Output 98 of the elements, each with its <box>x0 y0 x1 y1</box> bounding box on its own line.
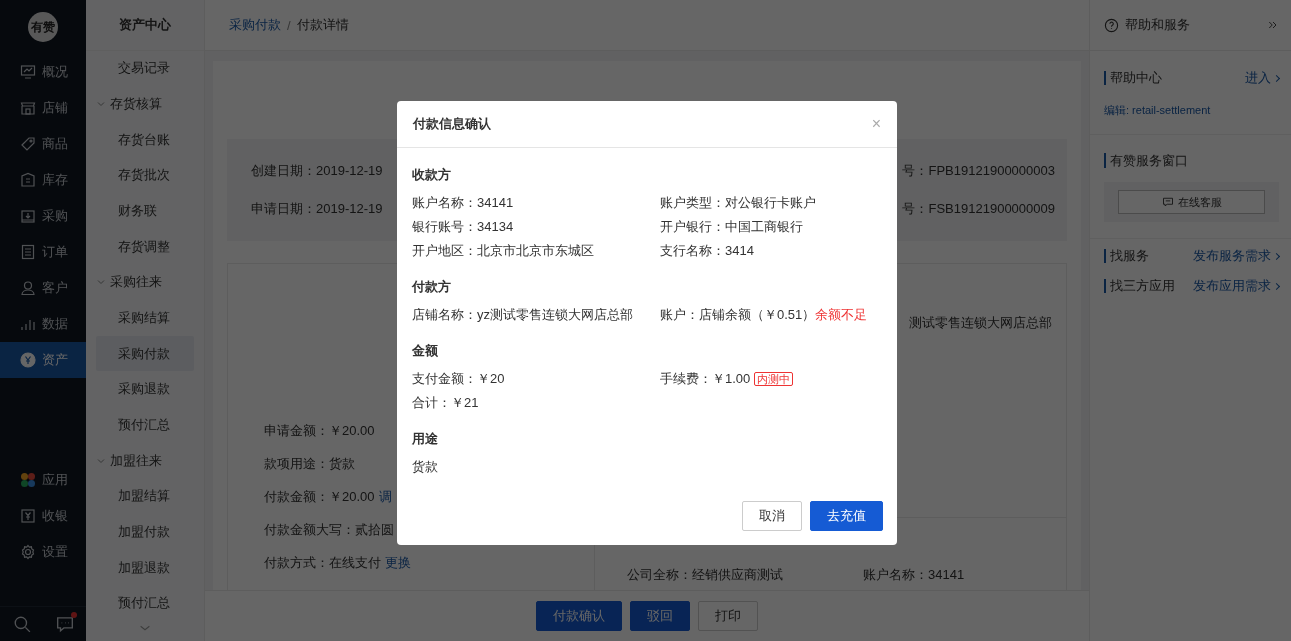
receipt-icon <box>20 508 36 524</box>
supplier-field: 公司全称：经销供应商测试 <box>627 566 783 590</box>
field-text: 货款 <box>412 459 438 474</box>
field-text: 账户名称：34141 <box>412 195 514 210</box>
nav-item[interactable]: 数据 <box>0 306 86 342</box>
detail-field: 付款金额：￥20.00 <box>264 489 375 504</box>
coin-icon <box>20 352 36 368</box>
help-icon <box>1104 17 1119 33</box>
nav-item[interactable]: 收银 <box>0 498 86 534</box>
subnav-item[interactable]: 加盟退款 <box>96 549 194 586</box>
breadcrumb-separator: / <box>287 17 291 33</box>
logo[interactable]: 有赞 <box>28 12 58 42</box>
subnav-item[interactable]: 预付汇总 <box>96 585 194 621</box>
detail-field: 申请金额：￥20.00 <box>264 423 375 438</box>
nav-item[interactable]: 应用 <box>0 462 86 498</box>
nav-item[interactable]: 概况 <box>0 54 86 90</box>
publish-link[interactable]: 发布服务需求 <box>1193 247 1279 265</box>
edit-link[interactable]: 编辑: retail-settlement <box>1104 103 1279 118</box>
primary-button[interactable]: 付款确认 <box>536 601 622 631</box>
detail-link[interactable]: 更换 <box>385 555 411 570</box>
nav-item[interactable]: 店铺 <box>0 90 86 126</box>
field-text: 开户地区：北京市北京市东城区 <box>412 243 594 258</box>
collapse-icon <box>1267 19 1279 31</box>
subnav-item[interactable]: 采购结算 <box>96 300 194 336</box>
subnav-item[interactable]: 采购退款 <box>96 371 194 408</box>
store-icon <box>20 100 36 116</box>
subnav-item[interactable]: 交易记录 <box>96 50 194 87</box>
field-text: 手续费：￥1.00 <box>660 371 751 386</box>
secondary-button[interactable]: 打印 <box>698 601 758 631</box>
subnav-item[interactable]: 加盟付款 <box>96 514 194 550</box>
nav-item[interactable]: 订单 <box>0 234 86 270</box>
secondary-button[interactable]: 取消 <box>742 501 802 531</box>
detail-link[interactable]: 调 <box>378 489 392 504</box>
nav-item[interactable]: 设置 <box>0 534 86 570</box>
store-name: 测试零售连锁大网店总部 <box>909 314 1052 332</box>
detail-field: 付款金额大写：贰拾圆 <box>264 522 394 537</box>
subnav-item[interactable]: 加盟结算 <box>96 478 194 515</box>
field-text: 合计：￥21 <box>412 395 479 410</box>
subnav-item[interactable]: 存货批次 <box>96 157 194 194</box>
enter-link[interactable]: 进入 <box>1245 69 1279 87</box>
list-icon <box>20 244 36 260</box>
tag-icon <box>20 136 36 152</box>
field-text: 银行账号：34134 <box>412 219 514 234</box>
section-title: 有赞服务窗口 <box>1104 153 1188 168</box>
section-title: 金额 <box>412 342 439 360</box>
subnav-group[interactable]: 存货核算 <box>86 86 204 122</box>
section-title: 找三方应用 <box>1104 279 1175 293</box>
chat-icon <box>1161 196 1174 208</box>
field-text: 开户银行：中国工商银行 <box>660 219 803 234</box>
online-service-button[interactable]: 在线客服 <box>1118 190 1265 214</box>
chat-icon <box>55 615 74 633</box>
nav-item[interactable]: 客户 <box>0 270 86 306</box>
section-title: 收款方 <box>412 166 452 184</box>
subnav-title: 资产中心 <box>86 0 204 51</box>
primary-button[interactable]: 去充值 <box>810 501 883 531</box>
subnav-item[interactable]: 采购付款 <box>96 335 194 372</box>
field-text: 账户：店铺余额（￥0.51） <box>660 307 816 322</box>
supplier-field: 账户名称：34141 <box>863 566 965 590</box>
subnav-group[interactable]: 加盟往来 <box>86 442 204 479</box>
search-icon <box>12 615 31 633</box>
warning-text: 余额不足 <box>815 307 868 322</box>
field-text: 店铺名称：yz测试零售连锁大网店总部 <box>412 307 633 322</box>
field-text: 支付金额：￥20 <box>412 371 505 386</box>
primary-button[interactable]: 驳回 <box>630 601 690 631</box>
publish-link[interactable]: 发布应用需求 <box>1193 277 1279 295</box>
close-button[interactable]: × <box>871 115 881 133</box>
detail-field: 款项用途：货款 <box>264 456 355 471</box>
info-text: 号：FSB19121900000009 <box>902 200 1055 218</box>
monitor-icon <box>20 64 36 80</box>
subnav-item[interactable]: 预付汇总 <box>96 407 194 443</box>
nav-item[interactable]: 采购 <box>0 198 86 234</box>
dialog-title: 付款信息确认 <box>413 115 491 133</box>
subnav-item[interactable]: 存货台账 <box>96 121 194 158</box>
status-tag: 内测中 <box>754 372 794 386</box>
nav-item[interactable]: 资产 <box>0 342 86 378</box>
field-text: 账户类型：对公银行卡账户 <box>660 195 816 210</box>
user-icon <box>20 280 36 296</box>
settings-icon <box>20 544 36 560</box>
section-title: 帮助中心 <box>1104 71 1162 85</box>
inbox-icon <box>20 208 36 224</box>
breadcrumb-link[interactable]: 采购付款 <box>229 16 281 34</box>
section-title: 找服务 <box>1104 249 1149 263</box>
nav-item[interactable]: 商品 <box>0 126 86 162</box>
subnav-item[interactable]: 财务联 <box>96 193 194 229</box>
info-text: 申请日期：2019-12-19 <box>251 200 383 218</box>
nav-item[interactable]: 库存 <box>0 162 86 198</box>
section-title: 付款方 <box>412 278 452 296</box>
subnav-item[interactable]: 存货调整 <box>96 228 194 265</box>
info-text: 号：FPB19121900000003 <box>902 162 1055 180</box>
help-title: 帮助和服务 <box>1125 16 1191 34</box>
warehouse-icon <box>20 172 36 188</box>
field-text: 支行名称：3414 <box>660 243 754 258</box>
section-title: 用途 <box>412 430 439 448</box>
breadcrumb-current: 付款详情 <box>296 16 349 34</box>
subnav-group[interactable]: 采购往来 <box>86 264 204 301</box>
detail-field: 付款方式：在线支付 <box>264 555 381 570</box>
info-text: 创建日期：2019-12-19 <box>251 162 383 180</box>
apps-icon <box>20 472 36 488</box>
